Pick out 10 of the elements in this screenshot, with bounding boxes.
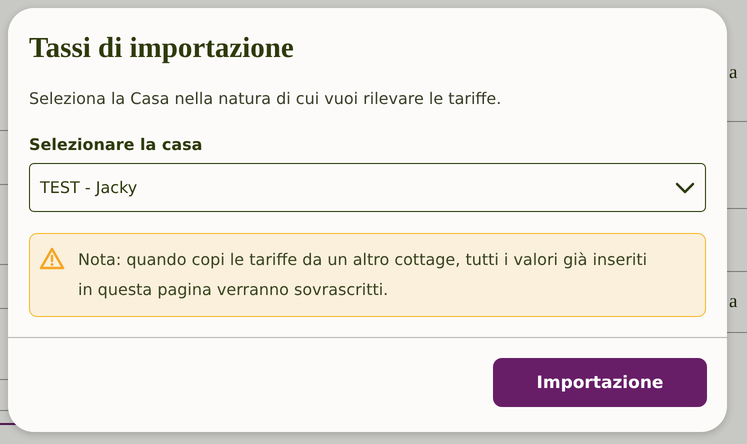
chevron-down-icon xyxy=(675,182,695,194)
page-text: a xyxy=(728,291,738,313)
import-button[interactable]: Importazione xyxy=(493,358,707,407)
house-select[interactable]: TEST - Jacky xyxy=(29,163,706,212)
field-label: Selezionare la casa xyxy=(29,134,204,156)
description: Seleziona la Casa nella natura di cui vuoi rilevare le tariffe. xyxy=(29,88,502,110)
page-text: a xyxy=(728,62,738,84)
note-text: Nota: quando copi le tariffe da un altro cottage, tutti i valori già inseriti in questa pagina verranno sovrascritti. xyxy=(78,249,648,301)
dialog-title: Tassi di importazione xyxy=(29,31,295,66)
warning-icon xyxy=(39,247,65,271)
